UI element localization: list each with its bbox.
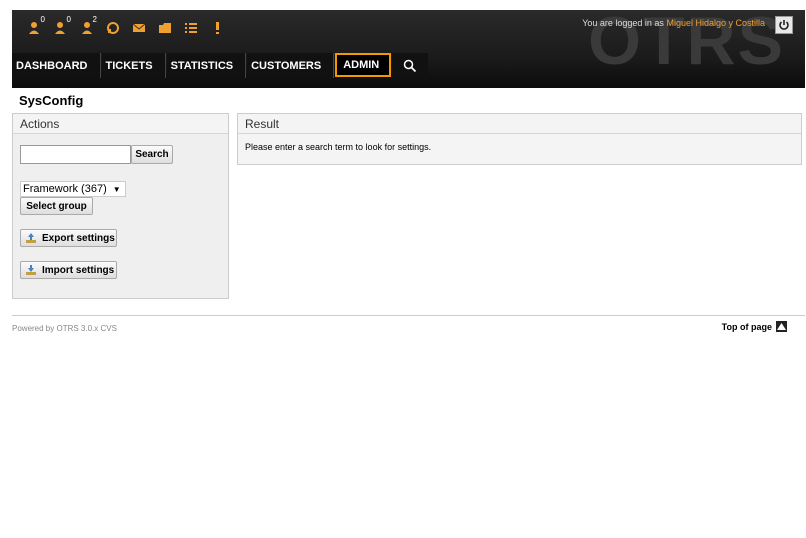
- responsible-tickets-count: 2: [92, 15, 97, 24]
- result-panel: Result Please enter a search term to loo…: [237, 113, 802, 165]
- nav-customers[interactable]: CUSTOMERS: [247, 53, 335, 78]
- toolbar: 0 0 2: [22, 15, 230, 41]
- email-ticket-icon[interactable]: [126, 15, 152, 41]
- top-of-page-label: Top of page: [721, 321, 772, 332]
- import-settings-label: Import settings: [42, 264, 115, 276]
- result-message: Please enter a search term to look for s…: [245, 142, 432, 152]
- header: OTRS 0 0 2 You are logged in as Miguel H…: [12, 10, 805, 88]
- export-settings-label: Export settings: [42, 232, 115, 244]
- import-icon: [26, 265, 36, 275]
- locked-tickets-icon[interactable]: 0: [22, 15, 48, 41]
- result-header: Result: [238, 114, 801, 134]
- search-row: Search: [20, 145, 173, 164]
- page-title: SysConfig: [19, 93, 84, 108]
- group-select[interactable]: Framework (367) ▼: [20, 181, 126, 197]
- group-select-value: Framework (367): [23, 183, 107, 195]
- user-link[interactable]: Miguel Hidalgo y Costilla: [666, 18, 765, 28]
- actions-panel: Actions Search Framework (367) ▼ Select …: [12, 113, 229, 299]
- nav-tickets[interactable]: TICKETS: [101, 53, 166, 78]
- export-settings-button[interactable]: Export settings: [20, 229, 117, 247]
- nav-search-button[interactable]: [392, 53, 429, 78]
- locked-tickets-count: 0: [40, 15, 45, 24]
- search-button[interactable]: Search: [131, 145, 173, 164]
- search-icon: [404, 59, 417, 72]
- logout-button[interactable]: [775, 16, 793, 34]
- status-view-icon[interactable]: [178, 15, 204, 41]
- powered-by[interactable]: Powered by OTRS 3.0.x CVS: [12, 324, 117, 333]
- queue-view-icon[interactable]: [152, 15, 178, 41]
- escalation-view-icon[interactable]: [204, 15, 230, 41]
- chevron-down-icon: ▼: [112, 184, 121, 194]
- import-settings-button[interactable]: Import settings: [20, 261, 117, 279]
- nav-admin[interactable]: ADMIN: [335, 53, 392, 77]
- top-of-page-link[interactable]: Top of page: [722, 321, 787, 332]
- nav-dashboard[interactable]: DASHBOARD: [12, 53, 101, 78]
- logged-in-prefix: You are logged in as: [582, 18, 664, 28]
- responsible-tickets-icon[interactable]: 2: [74, 15, 100, 41]
- arrow-up-icon: [776, 321, 787, 332]
- footer-divider: [12, 315, 805, 316]
- nav-statistics[interactable]: STATISTICS: [166, 53, 247, 78]
- export-icon: [26, 233, 36, 243]
- search-input[interactable]: [20, 145, 131, 164]
- phone-ticket-icon[interactable]: [100, 15, 126, 41]
- main-nav: DASHBOARD TICKETS STATISTICS CUSTOMERS A…: [12, 53, 429, 78]
- actions-header: Actions: [13, 114, 228, 134]
- watched-tickets-icon[interactable]: 0: [48, 15, 74, 41]
- power-icon: [779, 20, 789, 30]
- watched-tickets-count: 0: [66, 15, 71, 24]
- select-group-button[interactable]: Select group: [20, 197, 93, 215]
- logged-in-info: You are logged in as Miguel Hidalgo y Co…: [582, 18, 765, 28]
